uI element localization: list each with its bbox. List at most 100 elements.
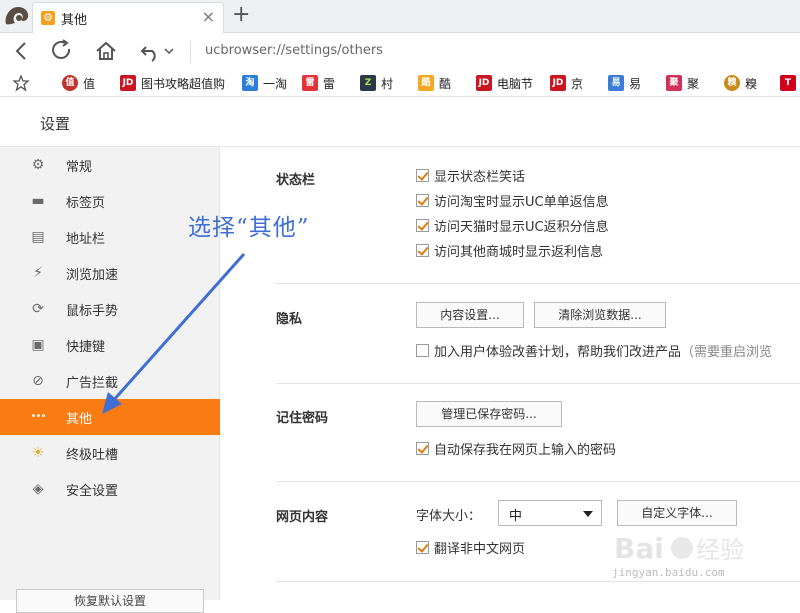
gear-icon: ⚙	[31, 157, 45, 173]
close-tab-icon[interactable]: ×	[202, 7, 215, 26]
bookmark-label: 易	[629, 76, 642, 91]
manage-passwords-button[interactable]: 管理已保存密码...	[416, 401, 562, 427]
undo-dropdown-icon[interactable]	[163, 37, 175, 65]
bookmark-item[interactable]: T	[780, 73, 800, 93]
active-tab[interactable]: ⚙ 其他 ×	[32, 2, 224, 33]
settings-header: 设置	[0, 97, 800, 147]
more-icon: •••	[30, 411, 47, 422]
new-tab-button[interactable]: +	[232, 2, 250, 27]
checkbox[interactable]	[416, 218, 429, 232]
bookmark-item[interactable]: 易 易	[608, 73, 641, 93]
bookmark-item[interactable]: 值 值	[62, 73, 95, 93]
option-label: 访问淘宝时显示UC单单返信息	[434, 194, 609, 210]
jd-icon: JD	[120, 75, 136, 91]
option-label: 加入用户体验改善计划，帮助我们改进产品	[434, 344, 682, 360]
font-size-select[interactable]: 中	[498, 500, 602, 526]
bookmark-item[interactable]: JD 电脑节	[476, 73, 533, 93]
back-icon[interactable]	[10, 37, 32, 65]
checkbox[interactable]	[416, 540, 429, 554]
uc-browser-logo-icon[interactable]	[2, 2, 32, 30]
bookmark-label: 一淘	[263, 76, 288, 91]
bookmark-item[interactable]: 聚 聚	[666, 73, 699, 93]
font-size-label: 字体大小：	[416, 509, 482, 524]
bookmark-item[interactable]: JD 京	[550, 73, 583, 93]
bookmark-label: 电脑节	[497, 76, 534, 91]
bookmarks-bar: 值 值 JD 图书攻略超值购 淘 一淘 雷 雷 Z 村 酷 酷 JD 电脑节 J…	[0, 69, 800, 97]
custom-fonts-button[interactable]: 自定义字体...	[617, 500, 737, 526]
restore-defaults-button[interactable]: 恢复默认设置	[16, 589, 204, 613]
checkbox[interactable]	[416, 343, 429, 357]
section-passwords-label: 记住密码	[276, 411, 329, 426]
ju-icon: 聚	[666, 75, 682, 91]
shield-icon: ◈	[32, 481, 44, 497]
status-joke-option[interactable]: 显示状态栏笑话	[416, 166, 526, 185]
sidebar-item-others[interactable]: ••• 其他	[0, 399, 228, 435]
sidebar-item-label: 鼠标手势	[66, 304, 119, 319]
section-status-bar-label: 状态栏	[276, 173, 316, 188]
address-bar-icon: ▤	[31, 229, 45, 245]
tmall-points-option[interactable]: 访问天猫时显示UC返积分信息	[416, 216, 609, 235]
settings-sidebar: ⚙ 常规 ▬ 标签页 ▤ 地址栏 ⚡ 浏览加速 ⟳ 鼠标手势 ▣ 快捷键 ⊘ 广…	[0, 147, 228, 613]
chevron-down-icon	[583, 511, 593, 517]
qiu-icon: 糗	[724, 75, 740, 91]
section-divider	[276, 481, 800, 482]
checkbox[interactable]	[416, 168, 429, 182]
jd-icon: JD	[550, 75, 566, 91]
lei-icon: 雷	[302, 75, 318, 91]
sidebar-item-acceleration[interactable]: ⚡ 浏览加速	[0, 255, 220, 291]
watermark-url: jingyan.baidu.com	[612, 566, 725, 579]
other-mall-rebate-option[interactable]: 访问其他商城时显示返利信息	[416, 241, 603, 260]
bookmark-item[interactable]: 酷 酷	[418, 73, 451, 93]
checkbox[interactable]	[416, 193, 429, 207]
bookmark-item[interactable]: 雷 雷	[302, 73, 335, 93]
ux-plan-option[interactable]: 加入用户体验改善计划，帮助我们改进产品 （需要重启浏览	[416, 341, 772, 360]
option-label: 自动保存我在网页上输入的密码	[434, 442, 617, 458]
sidebar-item-security[interactable]: ◈ 安全设置	[0, 471, 220, 507]
sidebar-item-label: 快捷键	[66, 340, 106, 355]
checkbox[interactable]	[416, 243, 429, 257]
sidebar-item-mouse-gestures[interactable]: ⟳ 鼠标手势	[0, 291, 220, 327]
translate-option[interactable]: 翻译非中文网页	[416, 538, 525, 557]
lightning-icon: ⚡	[33, 265, 43, 281]
yi-icon: 易	[608, 75, 624, 91]
sidebar-item-shortcuts[interactable]: ▣ 快捷键	[0, 327, 220, 363]
refresh-icon[interactable]	[50, 37, 74, 65]
jd-icon: JD	[476, 75, 492, 91]
toolbar-divider	[190, 41, 191, 63]
settings-favicon-icon: ⚙	[41, 11, 55, 25]
content-settings-button[interactable]: 内容设置...	[416, 302, 524, 328]
bookmark-label: 糗	[745, 76, 758, 91]
autosave-password-option[interactable]: 自动保存我在网页上输入的密码	[416, 439, 617, 458]
star-icon[interactable]	[12, 74, 30, 92]
bookmark-label: 值	[83, 76, 96, 91]
sidebar-item-address-bar[interactable]: ▤ 地址栏	[0, 219, 220, 255]
sidebar-item-tabs[interactable]: ▬ 标签页	[0, 183, 220, 219]
bookmark-item[interactable]: 淘 一淘	[242, 73, 287, 93]
sidebar-item-general[interactable]: ⚙ 常规	[0, 147, 220, 183]
option-label: 访问天猫时显示UC返积分信息	[434, 219, 609, 235]
bookmark-item[interactable]: 糗 糗	[724, 73, 757, 93]
mouse-gesture-icon: ⟳	[32, 301, 44, 317]
block-icon: ⊘	[32, 373, 44, 389]
option-label: 显示状态栏笑话	[434, 169, 526, 185]
sidebar-item-ad-block[interactable]: ⊘ 广告拦截	[0, 363, 220, 399]
clear-browsing-data-button[interactable]: 清除浏览数据...	[534, 302, 666, 328]
toolbar: ucbrowser://settings/others	[0, 33, 800, 69]
bulb-icon: ☀	[31, 445, 45, 461]
sidebar-item-label: 广告拦截	[66, 376, 119, 391]
checkbox[interactable]	[416, 441, 429, 455]
sidebar-item-feedback[interactable]: ☀ 终极吐槽	[0, 435, 220, 471]
sidebar-item-label: 常规	[66, 160, 93, 175]
svg-text:经验: 经验	[696, 536, 744, 564]
ku-icon: 酷	[418, 75, 434, 91]
font-size-value: 中	[509, 509, 523, 524]
undo-icon[interactable]	[138, 37, 162, 65]
taobao-rebate-option[interactable]: 访问淘宝时显示UC单单返信息	[416, 191, 609, 210]
home-icon[interactable]	[94, 37, 118, 65]
bookmark-item[interactable]: Z 村	[360, 73, 393, 93]
bookmark-label: 雷	[323, 76, 336, 91]
address-bar[interactable]: ucbrowser://settings/others	[205, 43, 383, 58]
bookmark-label: 图书攻略超值购	[141, 76, 226, 91]
tab-icon: ▬	[31, 193, 45, 209]
bookmark-item[interactable]: JD 图书攻略超值购	[120, 73, 225, 93]
